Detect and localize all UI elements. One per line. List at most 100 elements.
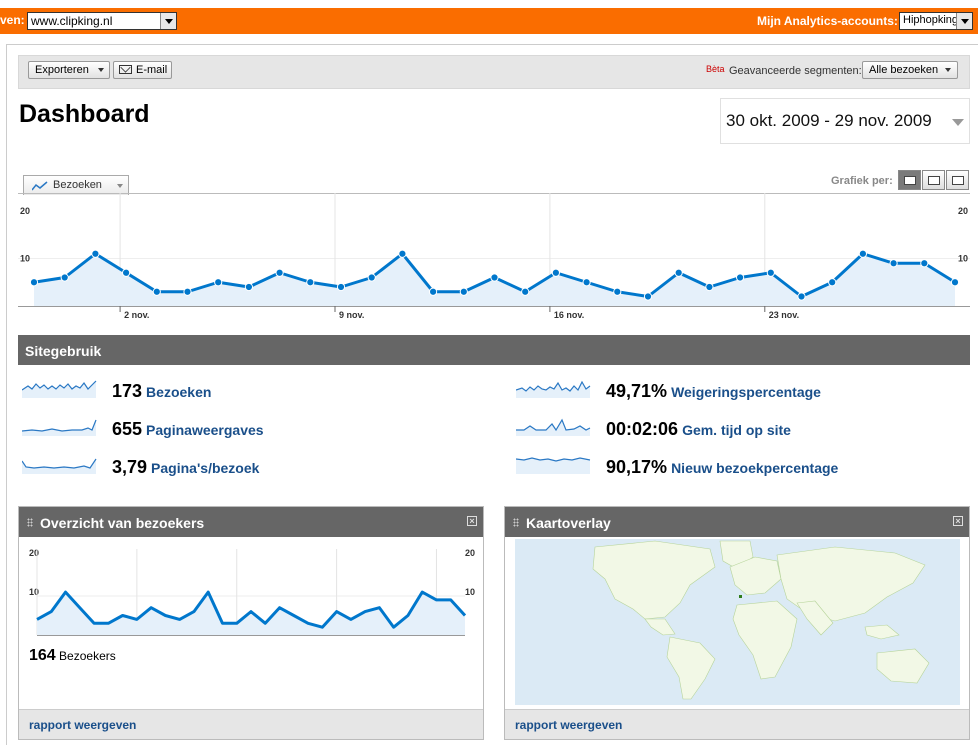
data-point[interactable]: [122, 268, 131, 277]
site-label: ven:: [0, 13, 25, 27]
data-point[interactable]: [398, 249, 407, 258]
graph-by-month-button[interactable]: [946, 170, 969, 190]
visits-chart[interactable]: 20 20 10 10 2 nov. 9 nov. 16 nov. 23 nov.: [18, 193, 970, 323]
data-point[interactable]: [920, 259, 929, 268]
graph-by-week-button[interactable]: [922, 170, 945, 190]
beta-badge: Bèta: [706, 64, 725, 74]
world-map[interactable]: [515, 539, 960, 705]
data-point[interactable]: [429, 287, 438, 296]
data-point[interactable]: [950, 278, 960, 287]
site-usage-metric: 173 Bezoeken: [22, 380, 462, 406]
widget-title: Overzicht van bezoekers: [40, 515, 205, 531]
metric-selector-tab[interactable]: Bezoeken: [23, 175, 129, 195]
email-button[interactable]: E-mail: [113, 61, 172, 79]
data-point[interactable]: [705, 282, 714, 292]
metric-link[interactable]: Paginaweergaves: [146, 422, 264, 438]
data-point[interactable]: [459, 287, 468, 296]
metric-link[interactable]: Pagina's/bezoek: [151, 460, 259, 476]
close-icon[interactable]: ×: [953, 516, 963, 526]
date-range-picker[interactable]: 30 okt. 2009 - 29 nov. 2009: [720, 98, 970, 144]
metric-value: 3,79 Pagina's/bezoek: [112, 457, 259, 478]
data-point[interactable]: [828, 278, 837, 287]
x-tick-label: 9 nov.: [339, 310, 364, 320]
account-select-value: Hiphopking: [903, 14, 959, 26]
metric-number: 49,71%: [606, 381, 668, 401]
data-point[interactable]: [490, 273, 499, 282]
close-icon[interactable]: ×: [467, 516, 477, 526]
data-point[interactable]: [152, 287, 161, 296]
metric-value: 49,71% Weigeringspercentage: [606, 381, 821, 402]
data-point[interactable]: [643, 292, 653, 301]
y-tick-label-left: 20: [20, 206, 30, 216]
site-usage-metric: 655 Paginaweergaves: [22, 418, 462, 444]
metric-value: 173 Bezoeken: [112, 381, 211, 402]
data-point[interactable]: [551, 268, 561, 277]
widget-header[interactable]: Kaartoverlay ×: [505, 507, 969, 537]
data-point[interactable]: [29, 278, 39, 287]
data-point[interactable]: [367, 273, 376, 282]
graph-by-day-button[interactable]: [898, 170, 921, 190]
data-point[interactable]: [306, 278, 315, 287]
view-report-link[interactable]: rapport weergeven: [515, 718, 622, 732]
segments-select-value: Alle bezoeken: [869, 64, 939, 76]
site-select-value: www.clipking.nl: [31, 14, 113, 28]
metric-number: 90,17%: [606, 457, 668, 477]
metric-link[interactable]: Gem. tijd op site: [682, 422, 791, 438]
map-overlay-widget: Kaartoverlay × rapport weergeven: [504, 506, 970, 740]
data-point[interactable]: [60, 273, 69, 282]
export-button-label: Exporteren: [35, 64, 89, 76]
data-point[interactable]: [766, 268, 775, 277]
widget-header[interactable]: Overzicht van bezoekers ×: [19, 507, 483, 537]
data-point[interactable]: [91, 249, 100, 258]
widget-footer: rapport weergeven: [505, 709, 969, 739]
segments-label: Geavanceerde segmenten:: [729, 65, 862, 77]
data-point[interactable]: [797, 292, 806, 301]
data-point[interactable]: [214, 278, 223, 287]
chevron-down-icon: [956, 13, 972, 29]
y-tick-label-right: 20: [465, 549, 475, 558]
visitors-chart[interactable]: 20 20 10 10: [29, 549, 475, 641]
site-select[interactable]: www.clipking.nl: [27, 12, 177, 30]
metric-link[interactable]: Weigeringspercentage: [671, 384, 821, 400]
segments-select[interactable]: Alle bezoeken: [862, 61, 958, 79]
visitors-count: 164 Bezoekers: [29, 647, 116, 665]
data-point[interactable]: [613, 287, 622, 296]
widget-title: Kaartoverlay: [526, 515, 611, 531]
y-tick-label-right: 10: [958, 254, 968, 264]
visitors-count-value: 164: [29, 647, 56, 664]
sparkline-icon: [22, 458, 97, 474]
data-point[interactable]: [183, 287, 192, 296]
metric-number: 173: [112, 381, 143, 401]
site-usage-metric: 00:02:06 Gem. tijd op site: [516, 418, 956, 444]
view-report-link[interactable]: rapport weergeven: [29, 718, 136, 732]
metric-value: 90,17% Nieuw bezoekpercentage: [606, 457, 838, 478]
week-view-icon: [928, 176, 940, 185]
metric-link[interactable]: Bezoeken: [146, 384, 211, 400]
metric-tab-label: Bezoeken: [53, 179, 102, 191]
y-tick-label-right: 10: [465, 587, 475, 597]
data-point[interactable]: [889, 259, 898, 268]
caret-down-icon: [945, 68, 951, 72]
y-tick-label-left: 20: [29, 549, 39, 558]
data-point[interactable]: [858, 249, 868, 258]
data-point[interactable]: [275, 268, 284, 277]
sparkline-icon: [516, 380, 591, 398]
data-point[interactable]: [736, 273, 745, 282]
account-select[interactable]: Hiphopking: [899, 12, 973, 30]
data-point[interactable]: [336, 282, 346, 292]
metric-link[interactable]: Nieuw bezoekpercentage: [671, 460, 838, 476]
data-point[interactable]: [521, 287, 530, 296]
metric-value: 655 Paginaweergaves: [112, 419, 264, 440]
drag-handle-icon[interactable]: [27, 518, 33, 527]
y-tick-label-left: 10: [20, 254, 30, 264]
export-button[interactable]: Exporteren: [28, 61, 110, 79]
drag-handle-icon[interactable]: [513, 518, 519, 527]
widget-footer: rapport weergeven: [19, 709, 483, 739]
metric-number: 00:02:06: [606, 419, 679, 439]
data-point[interactable]: [674, 268, 683, 277]
data-point[interactable]: [244, 282, 253, 292]
data-point[interactable]: [582, 278, 591, 287]
sparkline-icon: [516, 418, 591, 436]
y-tick-label-left: 10: [29, 587, 39, 597]
site-usage-metric: 49,71% Weigeringspercentage: [516, 380, 956, 406]
